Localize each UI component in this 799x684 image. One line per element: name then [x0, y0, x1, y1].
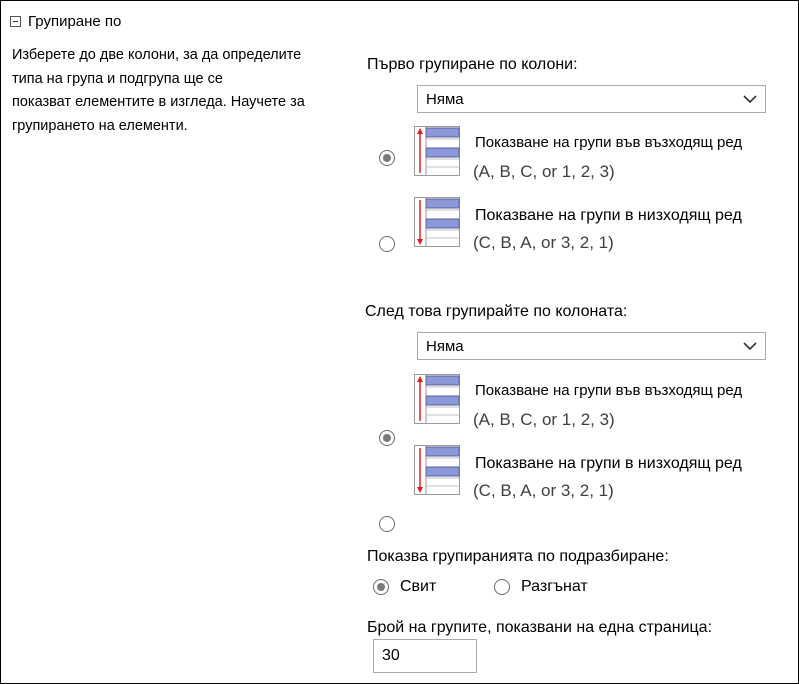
description-line: показват елементите в изгледа. Научете з…	[12, 94, 305, 110]
second-group-select[interactable]: Няма	[417, 332, 766, 360]
first-group-label: Първо групиране по колони:	[367, 56, 578, 73]
collapsed-option[interactable]: Свит	[373, 578, 436, 596]
second-ascending-title: Показване на групи във възходящ ред	[475, 382, 743, 399]
expanded-label: Разгънат	[521, 578, 588, 595]
expanded-radio[interactable]	[494, 579, 510, 595]
second-ascending-radio[interactable]	[379, 430, 395, 446]
section-title: Групиране по	[28, 12, 122, 30]
first-descending-title: Показване на групи в низходящ ред	[475, 207, 742, 224]
first-descending-radio[interactable]	[379, 236, 395, 252]
first-descending-example: (C, B, A, or 3, 2, 1)	[473, 233, 614, 252]
second-group-label: След това групирайте по колоната:	[365, 303, 628, 320]
second-descending-title: Показване на групи в низходящ ред	[475, 455, 742, 472]
collapsed-radio[interactable]	[373, 579, 389, 595]
second-descending-radio[interactable]	[379, 516, 395, 532]
description-line: типа на група и подгрупа ще се	[12, 70, 223, 87]
default-display-label: Показва групиранията по подразбиране:	[367, 548, 669, 565]
description-line: Изберете до две колони, за да определите	[12, 47, 302, 63]
first-ascending-radio[interactable]	[379, 150, 395, 166]
second-descending-example: (C, B, A, or 3, 2, 1)	[473, 481, 614, 500]
first-ascending-example: (A, B, C, or 1, 2, 3)	[473, 162, 615, 181]
chevron-down-icon	[743, 341, 757, 350]
groups-per-page-label: Брой на групите, показвани на една стран…	[367, 619, 713, 636]
section-description: Изберете до две колони, за да определите…	[12, 44, 352, 138]
sort-ascending-icon	[414, 126, 460, 176]
first-group-select[interactable]: Няма	[417, 85, 766, 113]
sort-ascending-icon	[414, 374, 460, 424]
chevron-down-icon	[743, 94, 757, 103]
second-group-select-value: Няма	[426, 337, 464, 355]
collapse-icon[interactable]	[10, 15, 21, 27]
expanded-option[interactable]: Разгънат	[494, 578, 588, 596]
groups-per-page-input[interactable]: 30	[373, 639, 477, 673]
sort-descending-icon	[414, 197, 460, 247]
second-ascending-example: (A, B, C, or 1, 2, 3)	[473, 410, 615, 429]
collapsed-label: Свит	[400, 578, 437, 595]
section-header[interactable]: Групиране по	[10, 12, 121, 30]
groups-per-page-value: 30	[382, 647, 400, 664]
first-group-select-value: Няма	[426, 90, 464, 108]
first-ascending-title: Показване на групи във възходящ ред	[475, 134, 743, 151]
description-line: групирането на елементи.	[12, 117, 188, 134]
sort-descending-icon	[414, 445, 460, 495]
